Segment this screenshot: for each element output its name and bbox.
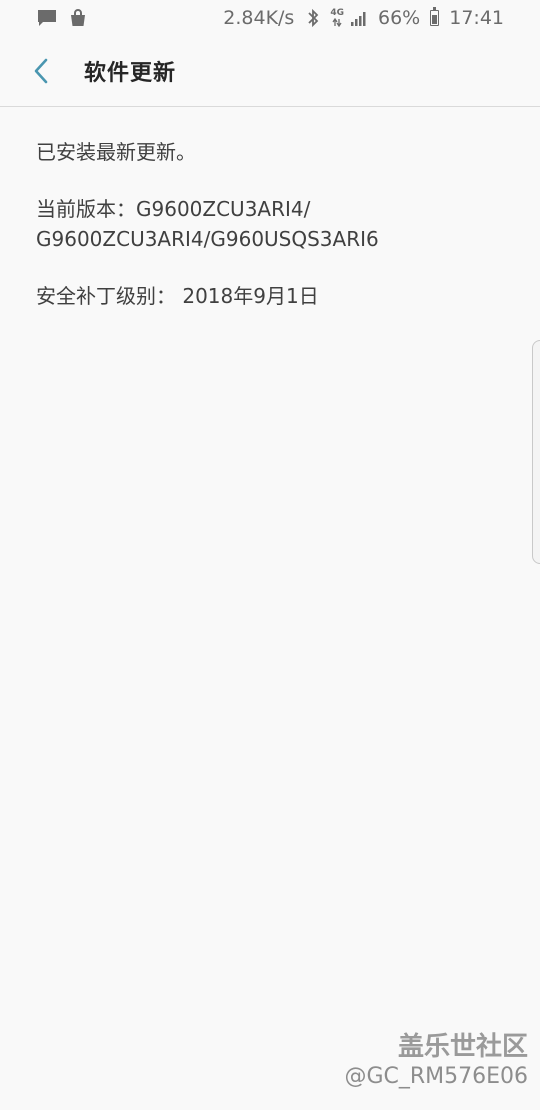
watermark-brand: 盖乐世社区 [397, 1032, 528, 1062]
battery-icon [430, 7, 440, 26]
watermark: 盖乐世社区 @GC_RM576E06 [344, 1032, 528, 1092]
battery-percent: 66% [378, 7, 421, 29]
edge-panel-handle[interactable] [532, 340, 540, 564]
status-left [36, 8, 88, 28]
current-version-text: 当前版本：G9600ZCU3ARI4/ G9600ZCU3ARI4/G960US… [36, 197, 379, 251]
signal-icon [350, 10, 368, 26]
update-status-text: 已安装最新更新。 [36, 140, 196, 164]
battery-fill [432, 14, 438, 24]
clock: 17:41 [449, 7, 504, 29]
status-right: 2.84K/s 4G 66% 17:41 [223, 7, 504, 29]
status-bar: 2.84K/s 4G 66% 17:41 [0, 0, 540, 36]
data-arrows-icon: 4G [330, 9, 344, 27]
page-title: 软件更新 [84, 61, 177, 86]
bluetooth-icon [306, 8, 320, 28]
back-button[interactable] [18, 48, 64, 94]
watermark-user: @GC_RM576E06 [344, 1064, 528, 1089]
security-patch-text: 安全补丁级别： 2018年9月1日 [36, 284, 319, 308]
shopping-bag-icon [68, 8, 88, 28]
message-icon [36, 8, 58, 28]
chevron-left-icon [34, 58, 48, 84]
network-speed: 2.84K/s [223, 7, 295, 29]
network-type: 4G [330, 8, 344, 18]
app-header: 软件更新 [0, 36, 540, 107]
